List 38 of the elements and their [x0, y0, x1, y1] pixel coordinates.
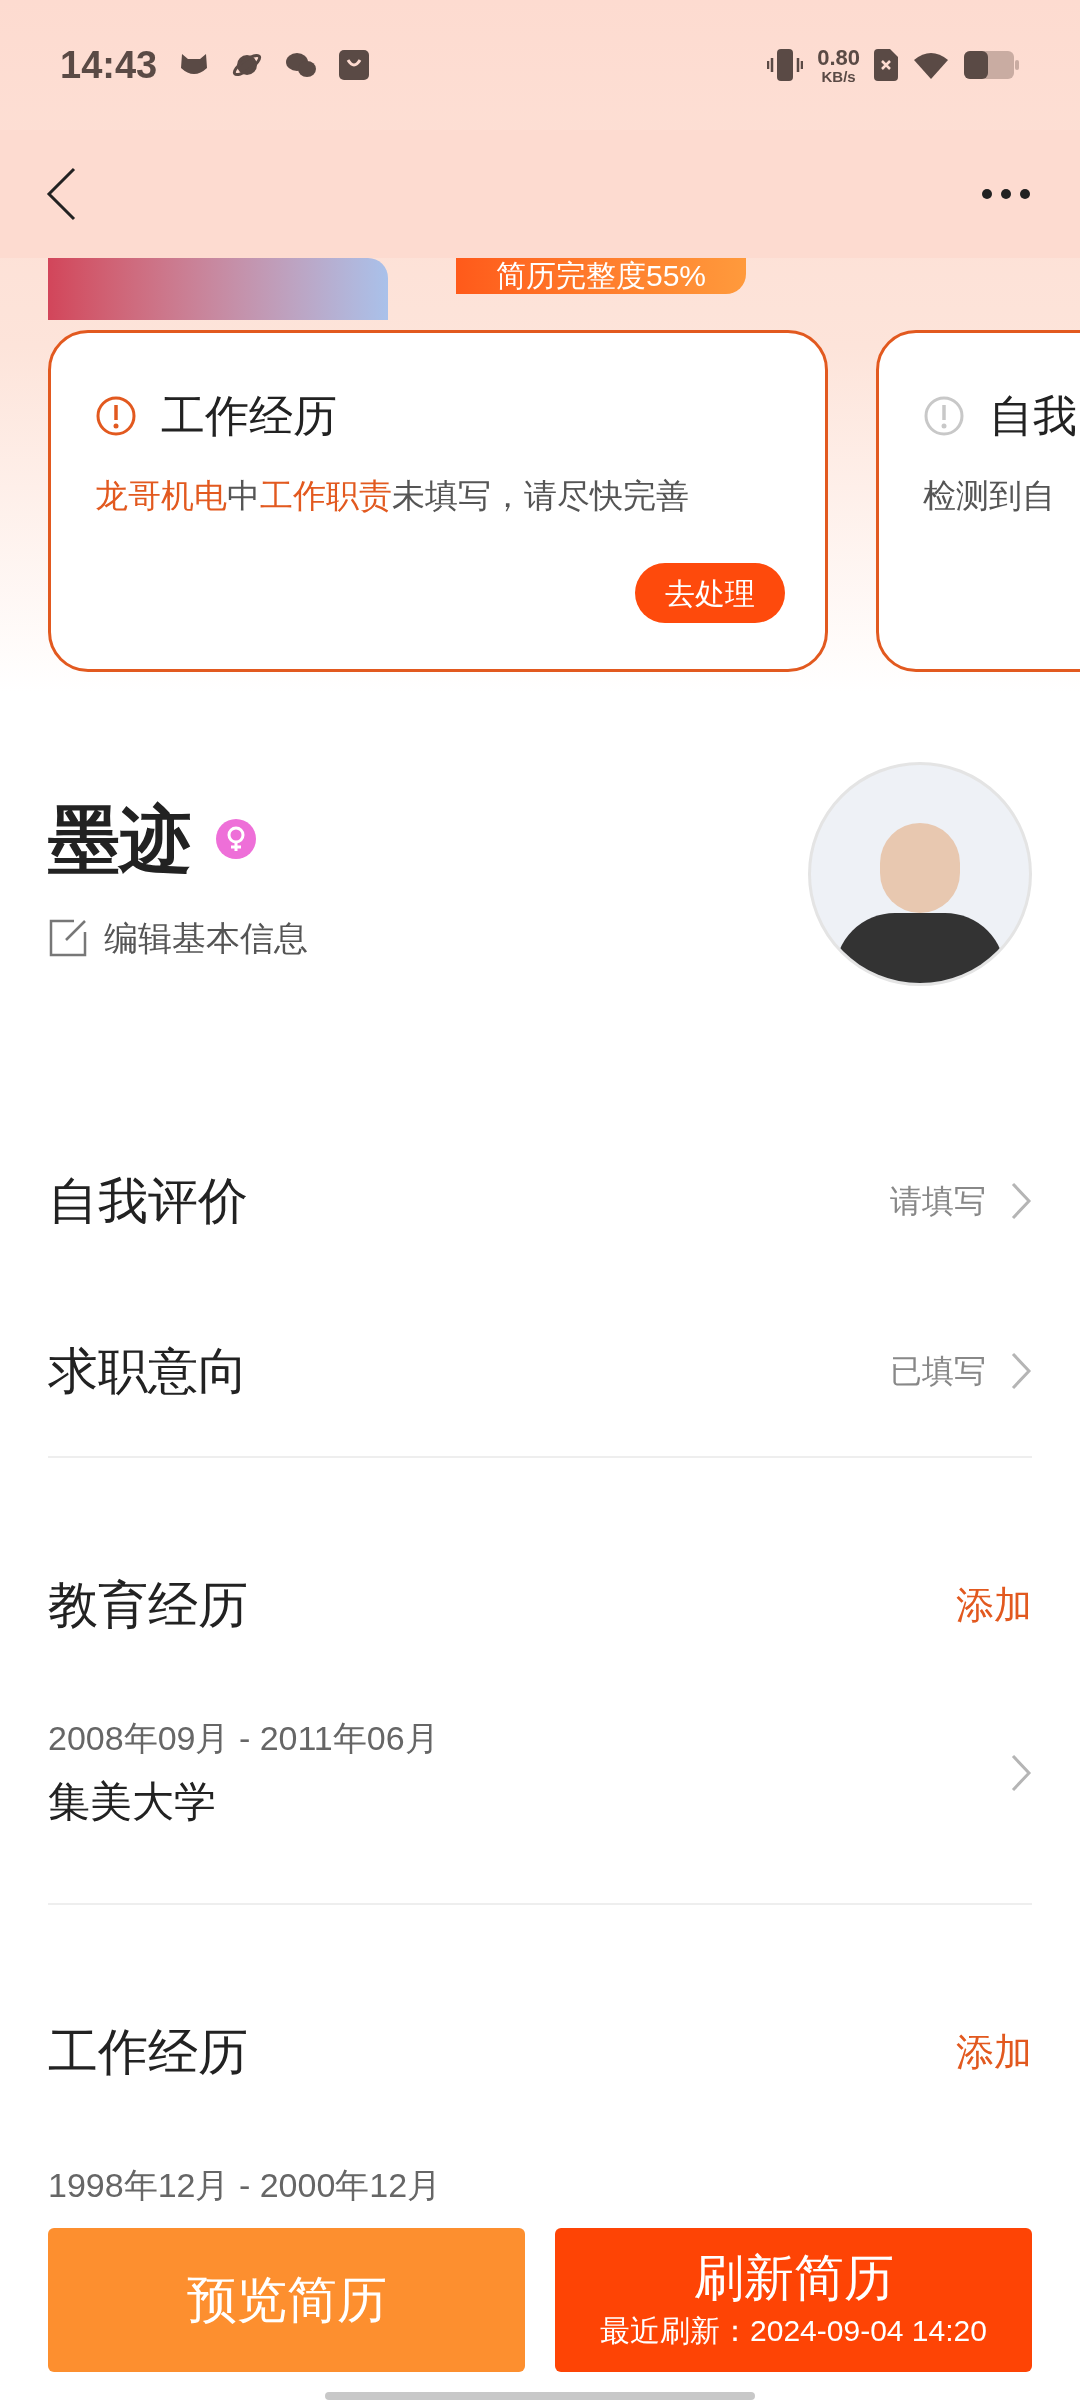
preview-resume-button[interactable]: 预览简历	[48, 2228, 525, 2372]
row-status: 请填写	[890, 1182, 986, 1221]
battery-icon	[964, 51, 1020, 79]
profile-row[interactable]: 求职意向 已填写	[0, 1286, 1080, 1456]
wifi-icon	[912, 50, 950, 80]
alert-message: 检测到自	[923, 476, 1056, 516]
sim-card-icon	[874, 49, 898, 81]
back-button[interactable]	[46, 167, 76, 221]
row-label: 自我评价	[48, 1171, 248, 1231]
item-period: 1998年12月 - 2000年12月	[48, 2165, 442, 2206]
section-title: 工作经历	[48, 2023, 248, 2082]
chat-bubbles-icon	[285, 51, 318, 79]
chevron-right-icon	[1010, 1181, 1032, 1221]
vibrate-icon	[767, 48, 804, 82]
row-status: 已填写	[890, 1352, 986, 1391]
bag-icon	[339, 50, 370, 80]
item-name: 集美大学	[48, 1777, 217, 1827]
item-period: 2008年09月 - 2011年06月	[48, 1718, 439, 1759]
status-time: 14:43	[60, 42, 158, 88]
alert-message: 龙哥机电中工作职责未填写，请尽快完善	[95, 476, 690, 516]
handle-button[interactable]: 去处理	[635, 563, 785, 623]
female-icon	[216, 818, 256, 859]
chevron-right-icon	[1010, 1753, 1032, 1793]
chevron-right-icon	[1010, 1351, 1032, 1391]
profile-row[interactable]: 自我评价 请填写	[0, 1116, 1080, 1286]
profile-name: 墨迹	[48, 797, 192, 881]
edit-icon	[48, 918, 88, 958]
net-speed: 0.80	[817, 46, 860, 69]
refresh-resume-button[interactable]: 刷新简历 最近刷新：2024-09-04 14:20	[555, 2228, 1032, 2372]
row-label: 求职意向	[48, 1341, 248, 1401]
alert-title: 自我	[989, 390, 1077, 442]
alert-title: 工作经历	[161, 390, 337, 442]
add-link[interactable]: 添加	[956, 1577, 1032, 1634]
completeness-badge: 简历完整度55%	[456, 258, 747, 294]
edit-info-button[interactable]: 编辑基本信息	[48, 912, 308, 964]
section-title: 教育经历	[48, 1576, 248, 1635]
net-unit: KB/s	[821, 68, 856, 84]
add-link[interactable]: 添加	[956, 2024, 1032, 2081]
